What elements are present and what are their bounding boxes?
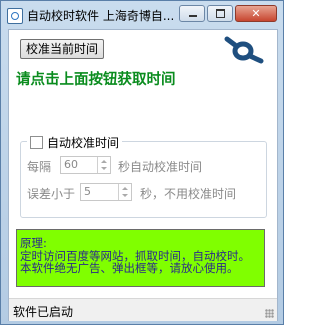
title-bar[interactable]: 自动校时软件 上海奇博自... ✕ <box>1 1 283 29</box>
infinity-logo-icon <box>224 36 264 64</box>
tolerance-suffix-label: 秒，不用校准时间 <box>140 187 237 201</box>
auto-sync-group <box>20 141 267 218</box>
tolerance-prefix-label: 误差小于 <box>27 187 76 201</box>
auto-sync-label: 自动校准时间 <box>47 136 120 150</box>
auto-sync-checkbox[interactable]: 自动校准时间 <box>27 134 123 151</box>
spin-arrows-icon[interactable] <box>118 184 131 200</box>
sync-time-button[interactable]: 校准当前时间 <box>20 39 104 59</box>
status-bar: 软件已启动 <box>9 298 277 321</box>
checkbox-box[interactable] <box>30 136 43 149</box>
window-title: 自动校时软件 上海奇博自... <box>27 9 173 23</box>
close-icon: ✕ <box>251 7 261 20</box>
info-line: 本软件绝无广告、弹出框等，请放心使用。 <box>20 261 239 275</box>
info-heading: 原理: <box>20 236 47 250</box>
interval-value: 60 <box>64 158 78 171</box>
tolerance-value: 5 <box>84 185 91 198</box>
minimize-button[interactable] <box>179 5 205 22</box>
spin-arrows-icon[interactable] <box>97 157 110 173</box>
instruction-text: 请点击上面按钮获取时间 <box>16 72 176 88</box>
main-panel: 校准当前时间 请点击上面按钮获取时间 自动校准时间 每隔 60 秒自动校准时间 … <box>8 29 278 321</box>
status-text: 软件已启动 <box>13 305 74 319</box>
interval-spinbox[interactable]: 60 <box>60 156 111 174</box>
app-icon <box>7 8 23 24</box>
resize-grip-icon[interactable] <box>265 309 274 318</box>
app-window: 自动校时软件 上海奇博自... ✕ 校准当前时间 请点击上面按钮获取时间 自动校… <box>0 0 284 325</box>
maximize-button[interactable] <box>207 5 233 22</box>
interval-suffix-label: 秒自动校准时间 <box>118 160 203 174</box>
interval-prefix-label: 每隔 <box>27 160 52 174</box>
tolerance-spinbox[interactable]: 5 <box>80 183 132 201</box>
info-box: 原理: 定时访问百度等网站，抓取时间，自动校时。 本软件绝无广告、弹出框等，请放… <box>16 229 265 287</box>
close-button[interactable]: ✕ <box>235 5 277 22</box>
